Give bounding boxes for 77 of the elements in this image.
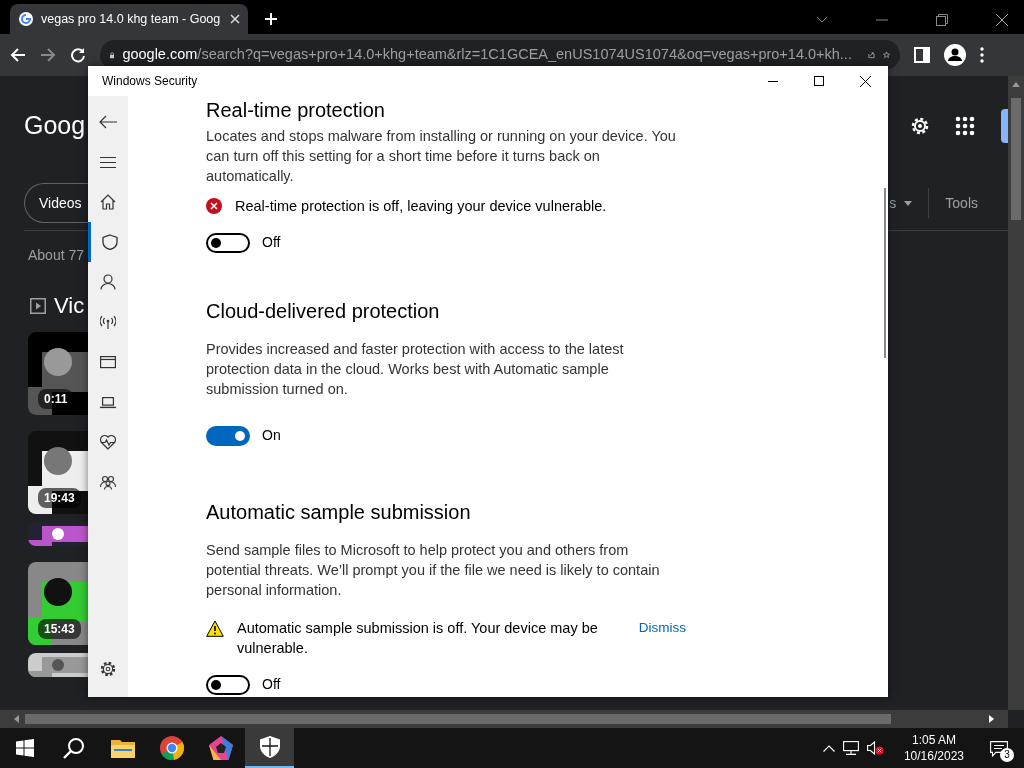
new-tab-icon[interactable] bbox=[264, 12, 278, 26]
alert-message: Automatic sample submission is off. Your device may be vulnerable. bbox=[237, 619, 599, 658]
message-icon bbox=[990, 740, 1008, 757]
video-duration: 0:11 bbox=[38, 389, 74, 409]
restore-icon[interactable] bbox=[936, 14, 948, 26]
url-text: google.com/search?q=vegas+pro+14.0+khg+team&rlz=1C1GCEA_enUS1074US1074&oq=vegas+pro+14.0+kh... bbox=[122, 45, 852, 65]
play-icon bbox=[30, 297, 46, 314]
close-icon bbox=[859, 75, 871, 87]
video-duration: 15:43 bbox=[38, 619, 81, 639]
profile-icon[interactable] bbox=[944, 44, 966, 66]
minimize-icon bbox=[768, 80, 778, 82]
scrollbar-thumb[interactable] bbox=[25, 714, 891, 724]
home-icon bbox=[100, 194, 116, 210]
maximize-icon bbox=[814, 76, 824, 86]
results-count: About 77 bbox=[28, 246, 85, 265]
antenna-icon bbox=[100, 314, 116, 330]
chevron-up-icon[interactable] bbox=[822, 744, 835, 752]
section-description: Send sample files to Microsoft to help protect you and others from potential threats. We’ll prompt you if the file we need is likely to contain personal information. bbox=[206, 541, 661, 600]
toggle-switch[interactable] bbox=[206, 425, 250, 446]
dismiss-link[interactable]: Dismiss bbox=[638, 618, 686, 639]
side-panel-icon[interactable] bbox=[914, 47, 930, 63]
person-icon bbox=[100, 274, 116, 290]
window-title: Windows Security bbox=[102, 73, 198, 90]
tools-button[interactable]: Tools bbox=[945, 192, 978, 214]
menu-icon bbox=[100, 156, 116, 168]
notification-button[interactable]: 3 bbox=[984, 732, 1014, 764]
apps-icon[interactable] bbox=[955, 116, 975, 136]
scroll-right-icon[interactable] bbox=[989, 715, 994, 723]
chrome-icon bbox=[159, 736, 184, 760]
scrollbar-thumb[interactable] bbox=[1011, 98, 1021, 220]
laptop-icon bbox=[100, 394, 116, 410]
chevron-down-icon[interactable] bbox=[816, 16, 828, 24]
folder-icon bbox=[110, 738, 135, 758]
section-description: Locates and stops malware from installing or running on your device. You can turn off this setting for a short time before it turns back on automatically. bbox=[206, 127, 677, 186]
google-logo[interactable]: Goog bbox=[24, 107, 86, 145]
shield-icon bbox=[101, 234, 118, 250]
search-icon bbox=[62, 737, 85, 759]
filter-label[interactable]: s bbox=[889, 192, 897, 214]
pentagon-icon bbox=[208, 736, 233, 760]
section-heading: Automatic sample submission bbox=[206, 500, 472, 524]
toggle-switch[interactable] bbox=[206, 674, 250, 695]
google-icon bbox=[18, 11, 34, 27]
heart-icon bbox=[100, 434, 116, 450]
section-heading: Real-time protection bbox=[206, 98, 386, 122]
section-description: Provides increased and faster protection with access to the latest protection data in the cloud. Works best with Automatic sample submission turned on. bbox=[206, 340, 625, 399]
error-icon bbox=[206, 198, 222, 214]
close-icon[interactable] bbox=[996, 14, 1008, 26]
windows-icon bbox=[15, 739, 34, 757]
caret-icon[interactable] bbox=[904, 200, 913, 206]
video-duration: 19:43 bbox=[38, 488, 81, 508]
settings-icon[interactable] bbox=[909, 115, 931, 137]
back-icon[interactable] bbox=[10, 47, 26, 63]
forward-icon[interactable] bbox=[40, 47, 56, 63]
network-icon[interactable] bbox=[842, 741, 859, 755]
back-icon bbox=[99, 115, 117, 129]
warning-icon bbox=[206, 620, 224, 637]
toggle-switch[interactable] bbox=[206, 232, 250, 253]
scrollbar-thumb[interactable] bbox=[884, 188, 886, 358]
toggle-label: Off bbox=[262, 233, 281, 252]
more-icon[interactable] bbox=[980, 47, 984, 63]
account-button[interactable] bbox=[1001, 109, 1008, 143]
family-icon bbox=[100, 474, 116, 490]
muted-volume-icon[interactable] bbox=[866, 741, 884, 755]
section-heading: Cloud-delivered protection bbox=[206, 299, 441, 323]
shield-icon bbox=[259, 736, 280, 758]
scroll-left-icon[interactable] bbox=[14, 715, 19, 723]
scroll-up-icon[interactable] bbox=[1012, 82, 1020, 87]
section-title: Vic bbox=[54, 292, 85, 320]
toggle-label: On bbox=[262, 426, 281, 445]
browser-window-icon bbox=[100, 354, 116, 370]
alert-message: Real-time protection is off, leaving your device vulnerable. bbox=[235, 197, 608, 216]
notification-count: 3 bbox=[1000, 748, 1014, 762]
settings-icon bbox=[100, 661, 116, 677]
taskbar-app[interactable] bbox=[245, 728, 294, 768]
clock[interactable]: 1:05 AM 10/16/2023 bbox=[897, 731, 970, 765]
toggle-label: Off bbox=[262, 675, 281, 694]
reload-icon[interactable] bbox=[70, 47, 86, 63]
